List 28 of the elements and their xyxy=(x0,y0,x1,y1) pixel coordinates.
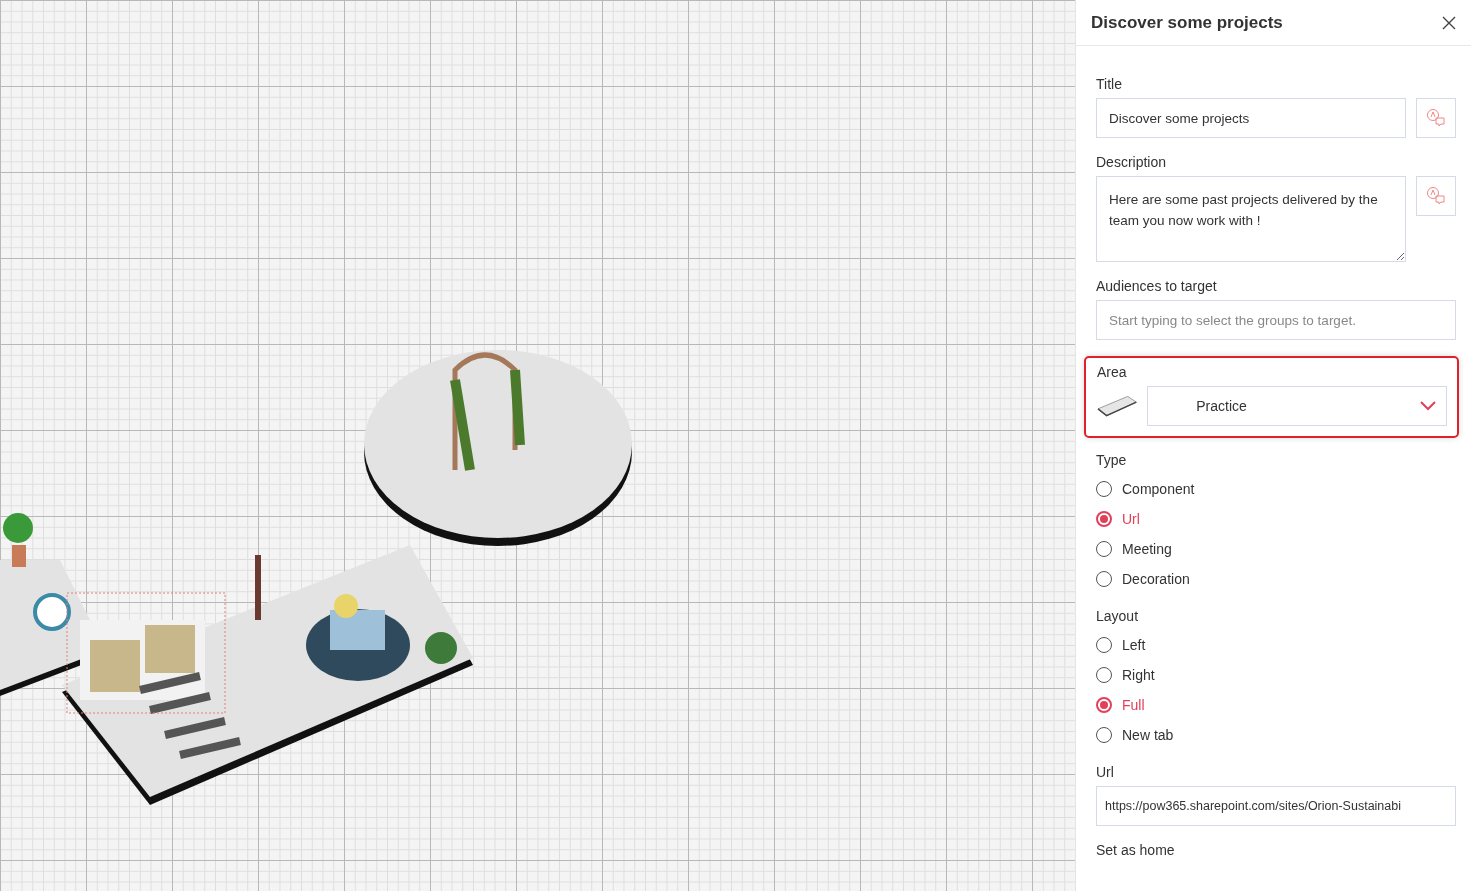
radio-label[interactable]: Full xyxy=(1122,697,1145,713)
panel-title: Discover some projects xyxy=(1091,12,1283,33)
radio-label[interactable]: New tab xyxy=(1122,727,1174,743)
field-label: Audiences to target xyxy=(1096,278,1218,294)
area-dropdown[interactable]: Practice xyxy=(1147,386,1447,426)
radio-button[interactable] xyxy=(1096,697,1112,713)
radio-label[interactable]: Right xyxy=(1122,667,1155,683)
chevron-down-icon xyxy=(1420,401,1436,411)
area-thumbnail-icon xyxy=(1097,393,1138,419)
url-input[interactable]: https://pow365.sharepoint.com/sites/Orion-Sustainabi xyxy=(1096,786,1456,826)
translate-icon xyxy=(1426,108,1446,128)
radio-label[interactable]: Component xyxy=(1122,481,1195,497)
field-label: Title xyxy=(1096,76,1123,92)
group-label: Layout xyxy=(1096,608,1140,624)
group-label: Type xyxy=(1096,452,1128,468)
radio-label[interactable]: Decoration xyxy=(1122,571,1190,587)
translate-icon xyxy=(1426,186,1446,206)
field-label: Description xyxy=(1096,154,1168,170)
radio-button[interactable] xyxy=(1096,511,1112,527)
radio-label[interactable]: Meeting xyxy=(1122,541,1172,557)
field-label: Set as home xyxy=(1096,842,1176,858)
radio-label[interactable]: Url xyxy=(1122,511,1140,527)
field-label: Url xyxy=(1096,764,1115,780)
radio-label[interactable]: Left xyxy=(1122,637,1146,653)
title-input[interactable]: Discover some projects xyxy=(1096,98,1406,138)
field-label: Area xyxy=(1097,364,1128,380)
description-textarea[interactable]: Here are some past projects delivered by the team you now work with ! xyxy=(1096,176,1406,262)
audiences-input[interactable]: Start typing to select the groups to target. xyxy=(1096,300,1456,340)
